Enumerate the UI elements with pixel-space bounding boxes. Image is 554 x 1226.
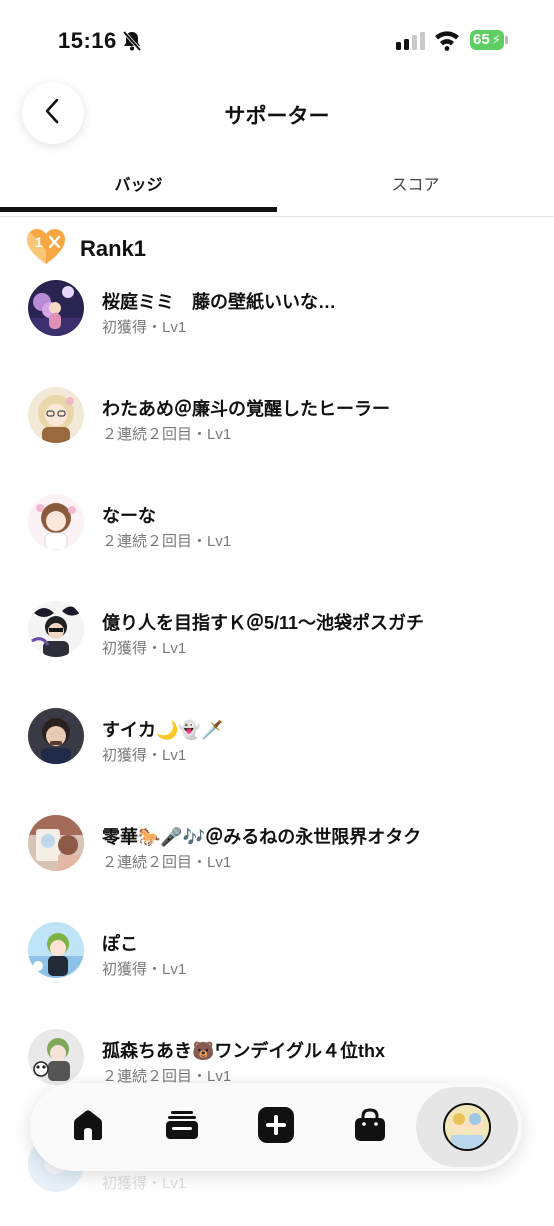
tab-score[interactable]: スコア — [277, 160, 554, 212]
nav-profile-button[interactable] — [416, 1087, 518, 1167]
list-item[interactable]: 零華🐎🎤🎶＠みるねの永世限界オタク ２連続２回目・Lv1 — [0, 815, 554, 905]
supporter-name: わたあめ＠廉斗の覚醒したヒーラー — [102, 399, 390, 419]
nav-create-button[interactable] — [254, 1105, 298, 1149]
charging-icon: ⚡ — [491, 32, 501, 47]
bag-icon — [352, 1107, 388, 1148]
rank-label: Rank1 — [80, 236, 147, 261]
tab-badge[interactable]: バッジ — [0, 160, 277, 212]
list-item[interactable]: すイカ🌙👻🗡️ 初獲得・Lv1 — [0, 708, 554, 798]
avatar — [28, 494, 84, 550]
supporter-detail: 初獲得・Lv1 — [102, 1175, 187, 1192]
profile-avatar — [443, 1103, 491, 1151]
stack-icon — [164, 1107, 200, 1148]
supporter-name: 孤森ちあき🐻ワンデイグル４位thx — [102, 1041, 386, 1061]
list-item[interactable]: ぽこ 初獲得・Lv1 — [0, 922, 554, 1012]
rank-badge-number: 1 — [35, 234, 43, 250]
heart-badge-icon: 1 — [26, 228, 66, 271]
avatar — [28, 1029, 84, 1085]
supporter-detail: 初獲得・Lv1 — [102, 747, 187, 764]
nav-feed-button[interactable] — [160, 1105, 204, 1149]
nav-shop-button[interactable] — [348, 1105, 392, 1149]
battery-tip — [505, 36, 508, 44]
battery-indicator: 65 ⚡ — [470, 30, 504, 50]
page-title: サポーター — [224, 105, 330, 128]
nav-home-button[interactable] — [66, 1105, 110, 1149]
avatar — [28, 922, 84, 978]
bottom-nav — [30, 1083, 522, 1171]
wifi-icon — [434, 29, 460, 56]
supporter-name: なーな — [102, 506, 156, 526]
supporter-detail: ２連続２回目・Lv1 — [102, 533, 232, 550]
rank-header: 1 Rank1 — [26, 228, 146, 270]
active-tab-indicator — [0, 207, 277, 212]
list-item[interactable]: 億り人を目指すＫ＠5/11～池袋ポスガチ 初獲得・Lv1 — [0, 601, 554, 691]
supporter-detail: ２連続２回目・Lv1 — [102, 426, 232, 443]
supporter-name: すイカ🌙👻🗡️ — [102, 720, 224, 740]
plus-icon — [257, 1106, 295, 1149]
status-bar: 15:16 65 ⚡ — [0, 0, 554, 84]
home-icon — [70, 1107, 106, 1148]
avatar — [28, 387, 84, 443]
battery-level: 65 — [473, 31, 490, 48]
avatar — [28, 601, 84, 657]
list-item[interactable]: 桜庭ミミ 藤の壁紙いいな… 初獲得・Lv1 — [0, 280, 554, 370]
list-item[interactable]: なーな ２連続２回目・Lv1 — [0, 494, 554, 584]
supporter-detail: 初獲得・Lv1 — [102, 961, 187, 978]
supporter-detail: 初獲得・Lv1 — [102, 319, 187, 336]
supporter-name: 億り人を目指すＫ＠5/11～池袋ポスガチ — [102, 613, 425, 633]
supporter-detail: 初獲得・Lv1 — [102, 640, 187, 657]
list-item[interactable]: わたあめ＠廉斗の覚醒したヒーラー ２連続２回目・Lv1 — [0, 387, 554, 477]
supporter-name: 零華🐎🎤🎶＠みるねの永世限界オタク — [102, 827, 422, 847]
supporter-detail: ２連続２回目・Lv1 — [102, 854, 232, 871]
avatar — [28, 815, 84, 871]
status-time: 15:16 — [58, 28, 117, 53]
bell-off-icon — [122, 30, 142, 57]
avatar — [28, 280, 84, 336]
supporter-name: ぽこ — [102, 934, 138, 954]
cellular-signal-icon — [396, 32, 426, 55]
avatar — [28, 708, 84, 764]
supporter-name: 桜庭ミミ 藤の壁紙いいな… — [102, 292, 336, 312]
